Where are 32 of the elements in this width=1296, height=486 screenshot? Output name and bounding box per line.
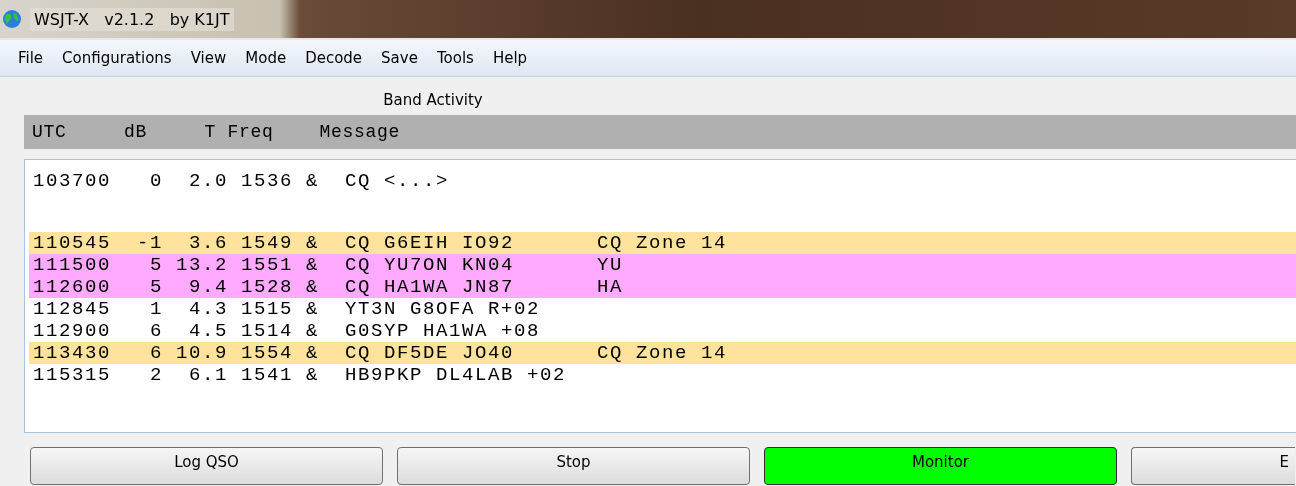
country-note: CQ Zone 14 <box>597 232 728 254</box>
action-button[interactable]: Monitor <box>764 447 1117 485</box>
menu-item[interactable]: Configurations <box>52 47 181 69</box>
menu-item[interactable]: Tools <box>426 47 483 69</box>
menu-item[interactable]: File <box>8 47 53 69</box>
country-note: CQ Zone 14 <box>597 342 728 364</box>
country-note: YU <box>597 254 623 276</box>
panel-title: Band Activity <box>382 91 484 111</box>
menu-item[interactable]: Help <box>482 47 537 69</box>
menu-item[interactable]: Decode <box>295 47 372 69</box>
column-header: UTC dB T Freq Message <box>24 115 1296 149</box>
decode-text: 103700 0 2.0 1536 & CQ <...> <box>32 170 451 192</box>
decode-text: 112900 6 4.5 1514 & G0SYP HA1WA +08 <box>32 320 542 342</box>
decode-row[interactable]: 111500 5 13.2 1551 & CQ YU7ON KN04 YU <box>29 254 1296 276</box>
decode-row[interactable]: 110545 -1 3.6 1549 & CQ G6EIH IO92 CQ Zone 14 <box>29 232 1296 254</box>
action-button[interactable]: Stop <box>397 447 750 485</box>
decode-text: 111500 5 13.2 1551 & CQ YU7ON KN04 <box>32 254 516 276</box>
action-button[interactable]: Log QSO <box>30 447 383 485</box>
decode-text: 112600 5 9.4 1528 & CQ HA1WA JN87 <box>32 276 516 298</box>
decode-text: 113430 6 10.9 1554 & CQ DF5DE JO40 <box>32 342 516 364</box>
window-title: WSJT-X v2.1.2 by K1JT <box>30 7 234 31</box>
menu-item[interactable]: Save <box>371 47 427 69</box>
action-button[interactable]: E <box>1131 447 1295 485</box>
country-note: HA <box>597 276 623 298</box>
globe-icon <box>2 9 22 29</box>
decode-row[interactable]: 112600 5 9.4 1528 & CQ HA1WA JN87 HA <box>29 276 1296 298</box>
decode-row[interactable]: 113430 6 10.9 1554 & CQ DF5DE JO40 CQ Zone 14 <box>29 342 1296 364</box>
decode-text: 115315 2 6.1 1541 & HB9PKP DL4LAB +02 <box>32 364 568 386</box>
decode-text: 112845 1 4.3 1515 & YT3N G8OFA R+02 <box>32 298 542 320</box>
menu-item[interactable]: View <box>180 47 236 69</box>
decode-text: 110545 -1 3.6 1549 & CQ G6EIH IO92 <box>32 232 516 254</box>
menu-item[interactable]: Mode <box>235 47 296 69</box>
